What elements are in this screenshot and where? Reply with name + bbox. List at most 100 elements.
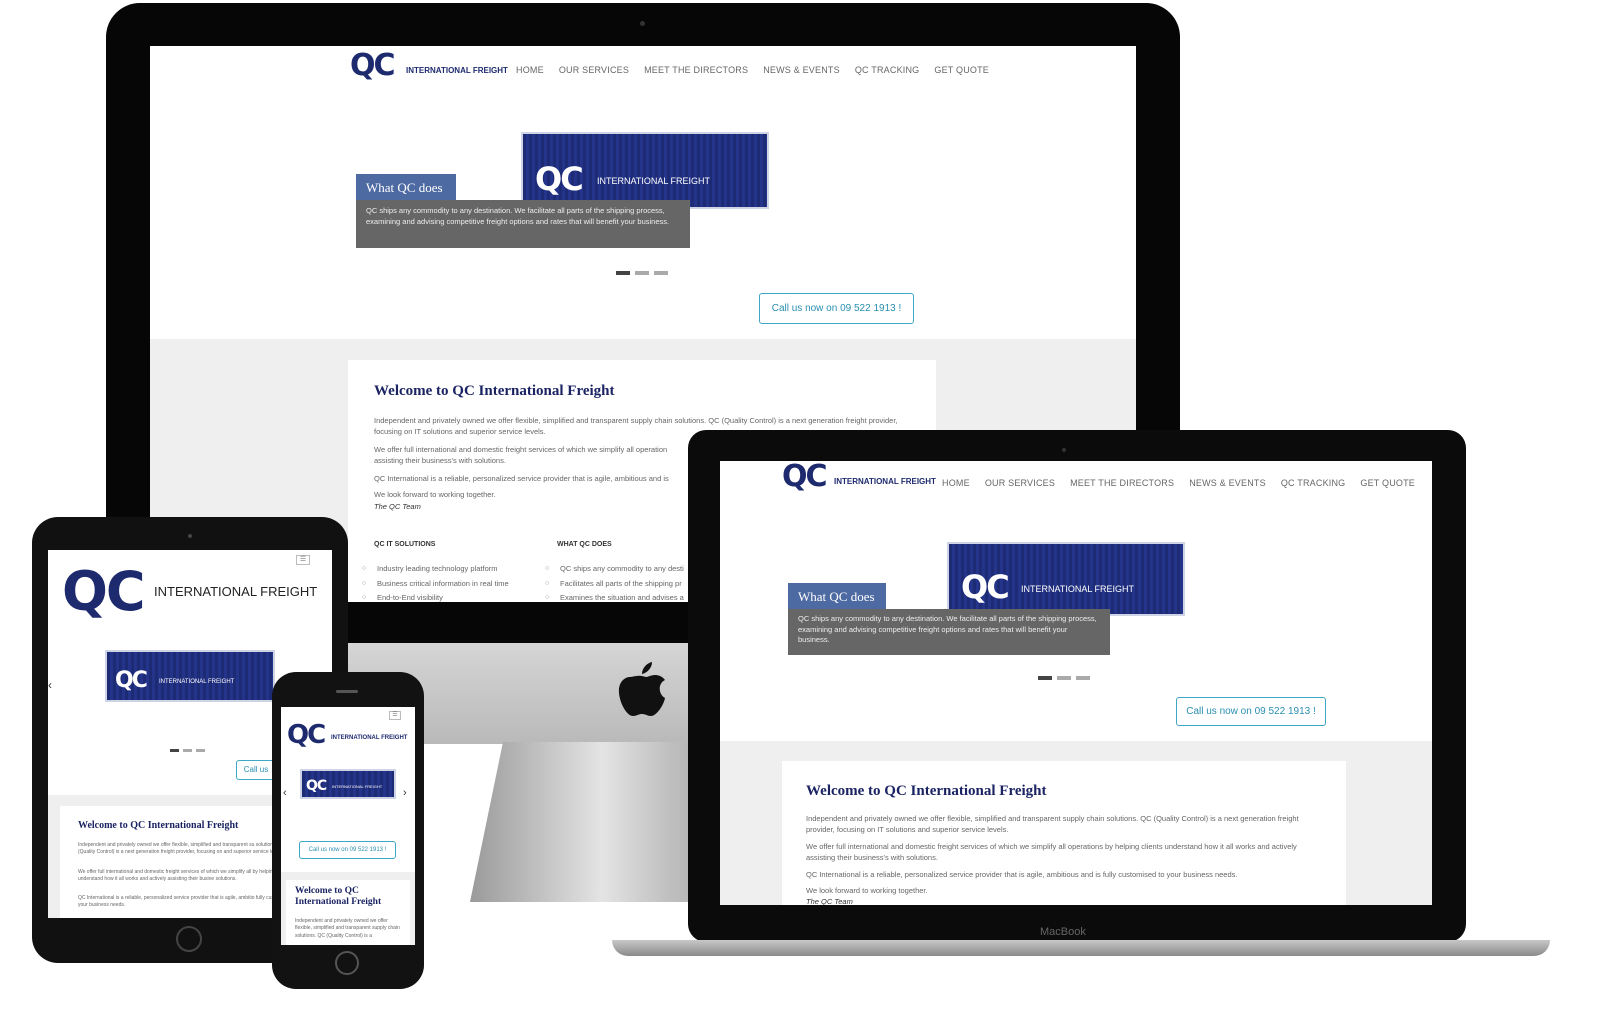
phone-speaker — [336, 690, 358, 693]
welcome-paragraph-4: We look forward to working together. — [806, 886, 928, 895]
welcome-signature: The QC Team — [806, 897, 853, 905]
welcome-title: Welcome to QC International Freight — [78, 820, 239, 831]
nav-our-services[interactable]: OUR SERVICES — [985, 478, 1055, 488]
laptop-camera — [1062, 448, 1066, 452]
welcome-paragraph-2: We offer full international and domestic… — [374, 445, 668, 454]
welcome-paragraph-4: We look forward to working together. — [374, 490, 496, 499]
slider-dot-3[interactable] — [1076, 676, 1090, 680]
slider-next-chevron-icon[interactable]: › — [403, 787, 407, 799]
nav-meet-the-directors[interactable]: MEET THE DIRECTORS — [644, 65, 748, 75]
tablet-home-button — [176, 926, 202, 952]
nav-home[interactable]: HOME — [942, 478, 970, 488]
site-logo[interactable]: QC INTERNATIONAL FREIGHT — [62, 560, 322, 623]
slider-dot-3[interactable] — [196, 749, 205, 752]
list-item: End-to-End visibility — [362, 591, 509, 602]
welcome-paragraph-1: Independent and privately owned we offer… — [78, 842, 286, 856]
nav-qc-tracking[interactable]: QC TRACKING — [1281, 478, 1346, 488]
list-item: Industry leading technology platform — [362, 562, 509, 577]
slider-dot-2[interactable] — [1057, 676, 1071, 680]
slide-caption-title: What QC does — [788, 583, 886, 609]
welcome-title: Welcome to QC International Freight — [374, 383, 615, 399]
tablet-camera — [188, 534, 192, 538]
main-nav: HOME OUR SERVICES MEET THE DIRECTORS NEWS &… — [516, 60, 1004, 78]
logo-qc-mark: QC — [782, 461, 828, 494]
hero-container-image: QC INTERNATIONAL FREIGHT — [947, 542, 1185, 616]
slide-caption-body: QC ships any commodity to any destinatio… — [788, 609, 1110, 655]
hamburger-menu-icon[interactable]: ☰ — [389, 711, 401, 720]
slider-dot-1[interactable] — [170, 749, 179, 752]
logo-text: INTERNATIONAL FREIGHT — [406, 66, 508, 75]
apple-icon — [618, 662, 665, 716]
container-qc-mark: QC — [306, 778, 327, 794]
laptop-screen: QC INTERNATIONAL FREIGHT HOME OUR SERVICE… — [720, 461, 1432, 905]
what-qc-does-heading: WHAT QC DOES — [557, 541, 612, 548]
it-solutions-list: Industry leading technology platform Bus… — [362, 562, 509, 602]
welcome-card: Welcome to QC International Freight Inde… — [286, 880, 410, 945]
welcome-signature: The QC Team — [374, 502, 421, 511]
container-qc-mark: QC — [115, 668, 148, 693]
slider-dot-2[interactable] — [635, 271, 649, 275]
welcome-paragraph-2-line2: assisting their business's with solution… — [374, 456, 506, 465]
slide-caption-title: What QC does — [356, 174, 456, 200]
nav-get-quote[interactable]: GET QUOTE — [934, 65, 989, 75]
welcome-paragraph-2: We offer full international and domestic… — [78, 869, 291, 883]
slider-dot-3[interactable] — [654, 271, 668, 275]
logo-qc-mark: QC — [62, 560, 146, 623]
welcome-card: Welcome to QC International Freight Inde… — [782, 761, 1346, 905]
container-text: INTERNATIONAL FREIGHT — [597, 176, 711, 186]
welcome-paragraph-3: QC International is a reliable, personal… — [78, 895, 297, 909]
slider-prev-chevron-icon[interactable]: ‹ — [48, 678, 52, 692]
container-qc-mark: QC — [535, 160, 584, 198]
nav-news-events[interactable]: NEWS & EVENTS — [1189, 478, 1266, 488]
slide-caption-body: QC ships any commodity to any destinatio… — [356, 200, 690, 248]
hero-container-image: QC INTERNATIONAL FREIGHT — [521, 132, 769, 209]
slider-dots — [1038, 667, 1095, 685]
site-logo[interactable]: QC INTERNATIONAL FREIGHT — [350, 48, 508, 83]
slider-dot-2[interactable] — [183, 749, 192, 752]
logo-qc-mark: QC — [287, 720, 326, 750]
call-us-button[interactable]: Call us now on 09 522 1913 ! — [299, 841, 396, 859]
main-nav: HOME OUR SERVICES MEET THE DIRECTORS NEWS &… — [942, 473, 1430, 491]
logo-qc-mark: QC — [350, 48, 396, 83]
container-text: INTERNATIONAL FREIGHT — [332, 784, 383, 789]
nav-news-events[interactable]: NEWS & EVENTS — [763, 65, 840, 75]
hamburger-menu-icon[interactable]: ☰ — [296, 555, 310, 565]
welcome-paragraph-2: We offer full international and domestic… — [806, 842, 1297, 862]
hero-container-image: QC INTERNATIONAL FREIGHT — [300, 769, 396, 799]
nav-qc-tracking[interactable]: QC TRACKING — [855, 65, 920, 75]
nav-get-quote[interactable]: GET QUOTE — [1360, 478, 1415, 488]
slider-dot-1[interactable] — [1038, 676, 1052, 680]
welcome-paragraph-3: QC International is a reliable, personal… — [374, 474, 669, 483]
phone-home-button — [335, 951, 359, 975]
container-qc-mark: QC — [961, 568, 1010, 606]
slider-prev-chevron-icon[interactable]: ‹ — [283, 787, 287, 799]
list-item: Facilitates all parts of the shipping pr — [545, 577, 684, 592]
nav-home[interactable]: HOME — [516, 65, 544, 75]
welcome-paragraph-3: QC International is a reliable, personal… — [806, 870, 1238, 879]
welcome-title: Welcome to QC International Freight — [295, 886, 382, 907]
welcome-title: Welcome to QC International Freight — [806, 783, 1047, 799]
slider-dot-1[interactable] — [616, 271, 630, 275]
slider-dots — [170, 739, 210, 757]
call-us-button[interactable]: Call us now on 09 522 1913 ! — [759, 293, 914, 324]
site-logo[interactable]: QC INTERNATIONAL FREIGHT — [287, 720, 411, 750]
list-item: QC ships any commodity to any desti — [545, 562, 684, 577]
container-text: INTERNATIONAL FREIGHT — [1021, 584, 1135, 594]
site-logo[interactable]: QC INTERNATIONAL FREIGHT — [782, 461, 936, 494]
it-solutions-heading: QC IT SOLUTIONS — [374, 541, 436, 548]
container-text: INTERNATIONAL FREIGHT — [159, 679, 235, 685]
macbook-label: MacBook — [1040, 926, 1086, 938]
imac-camera — [640, 21, 645, 26]
logo-text: INTERNATIONAL FREIGHT — [154, 584, 318, 599]
welcome-paragraph-1: Independent and privately owned we offer… — [806, 814, 1299, 834]
logo-text: INTERNATIONAL FREIGHT — [834, 477, 936, 486]
list-item: Examines the situation and advises a — [545, 591, 684, 602]
call-us-button[interactable]: Call us now on 09 522 1913 ! — [1176, 697, 1326, 726]
what-qc-does-list: QC ships any commodity to any desti Faci… — [545, 562, 684, 602]
hero-container-image: QC INTERNATIONAL FREIGHT — [105, 650, 275, 702]
nav-meet-the-directors[interactable]: MEET THE DIRECTORS — [1070, 478, 1174, 488]
call-us-button[interactable]: Call us — [236, 760, 276, 780]
phone-screen: ☰ QC INTERNATIONAL FREIGHT ‹ QC INTERNAT… — [281, 707, 415, 945]
nav-our-services[interactable]: OUR SERVICES — [559, 65, 629, 75]
slider-dots — [616, 262, 673, 280]
